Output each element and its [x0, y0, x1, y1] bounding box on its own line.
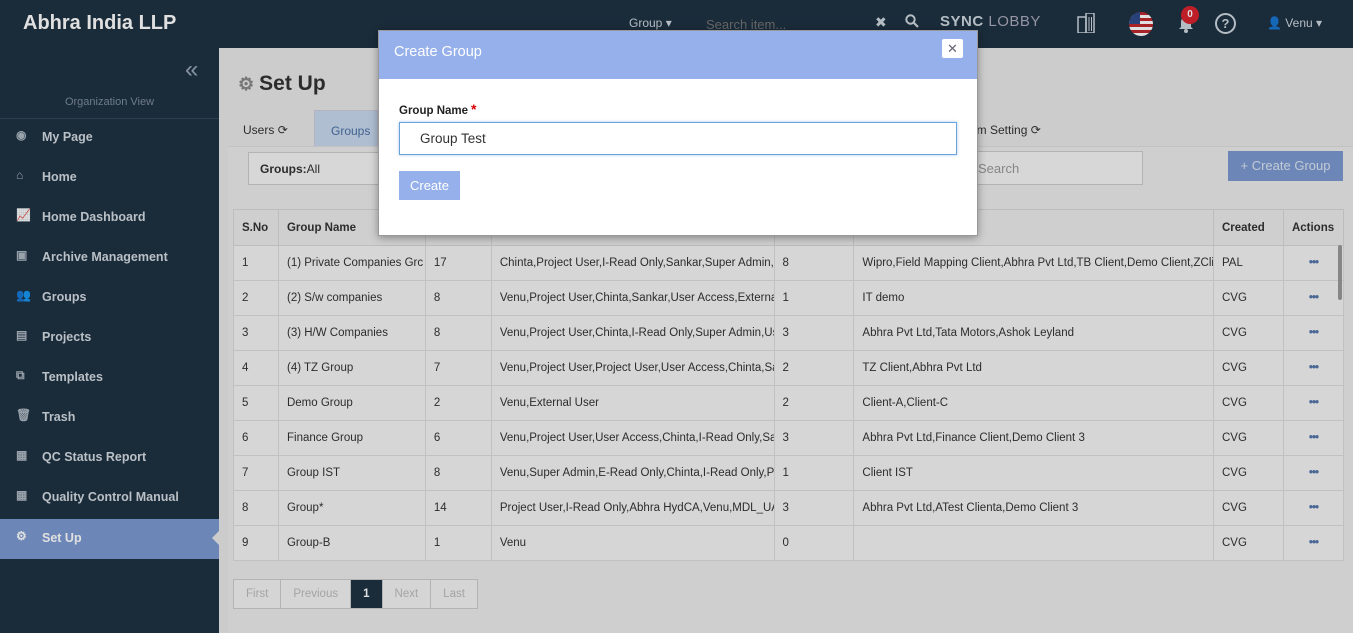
dialog-title: Create Group	[394, 44, 482, 60]
group-name-input[interactable]	[399, 122, 957, 155]
required-mark: *	[471, 101, 477, 117]
close-icon[interactable]: ✕	[942, 39, 963, 58]
create-group-dialog: Create Group ✕ Group Name* Create	[378, 30, 978, 236]
create-button[interactable]: Create	[399, 171, 460, 200]
group-name-label-text: Group Name	[399, 105, 469, 117]
group-name-label: Group Name *	[399, 101, 476, 117]
dialog-header: Create Group	[379, 31, 977, 79]
